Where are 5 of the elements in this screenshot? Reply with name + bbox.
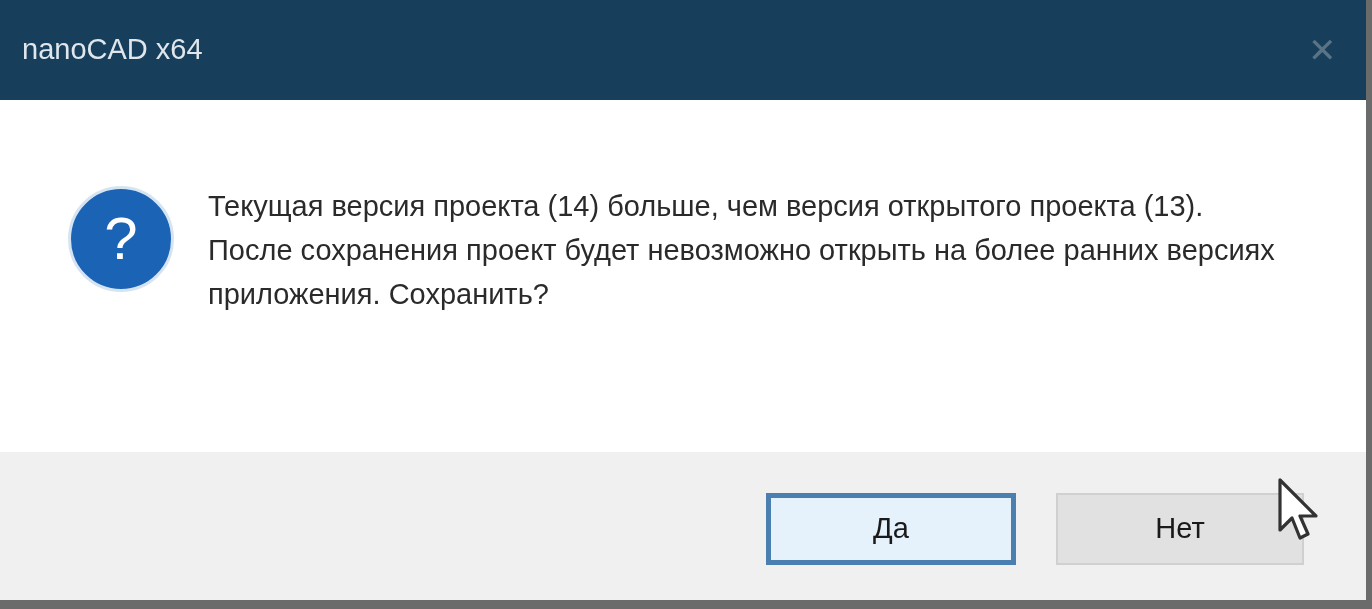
message-text: Текущая версия проекта (14) больше, чем версия открытого проекта (13). После сохранения проект будет невозможно открыть на более ранних версиях приложения. Сохранить? <box>208 189 1276 312</box>
dialog-button[interactable]: Нет <box>1056 493 1304 565</box>
window-title: nanoCAD x64 <box>22 32 203 68</box>
dialog-button[interactable]: Да <box>766 493 1016 565</box>
question-icon: ? <box>68 186 174 292</box>
